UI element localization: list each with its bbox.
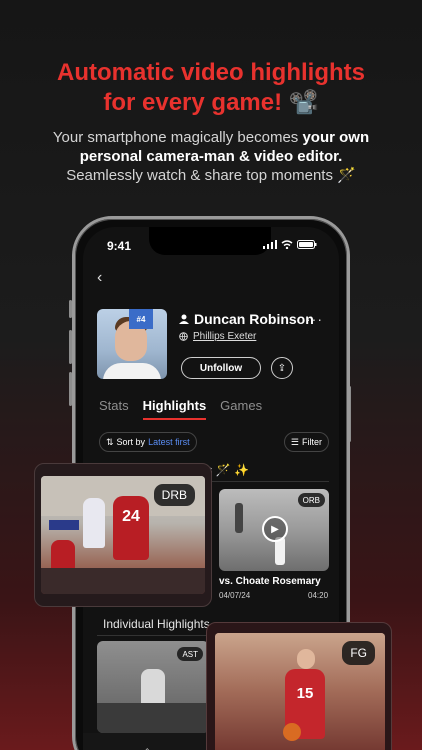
subtitle-text: Your smartphone magically becomes [52, 129, 303, 146]
filter-label: Filter [302, 437, 322, 447]
highlight-card-drb[interactable]: 24 DRB [34, 463, 212, 607]
clip-date: 04/07/24 [219, 591, 251, 600]
play-icon[interactable]: ▶ [262, 516, 288, 542]
sort-filter-bar: ⇅ Sort by Latest first ☰ Filter [97, 432, 329, 452]
tab-stats[interactable]: Stats [99, 398, 129, 420]
clip-thumbnail: 15 FG [215, 633, 385, 750]
headline: Automatic video highlights for every gam… [0, 58, 422, 118]
clip-badge-fg: FG [342, 641, 375, 665]
subtitle-bold-2: personal camera-man & video editor. [79, 148, 343, 165]
tab-games[interactable]: Games [220, 398, 262, 420]
battery-icon [297, 240, 317, 249]
share-icon[interactable]: ⇪ [271, 357, 293, 379]
player-head [297, 649, 315, 669]
notch [149, 227, 271, 255]
highlight-card-ast[interactable]: AST [97, 641, 209, 733]
school-link[interactable]: Phillips Exeter [193, 331, 256, 342]
tab-bar: Stats Highlights Games [99, 398, 262, 420]
back-chevron-icon[interactable]: ‹ [97, 269, 102, 287]
player-name: Duncan Robinson [194, 311, 314, 327]
subtitle: Your smartphone magically becomes your o… [0, 128, 422, 185]
highlight-card-orb[interactable]: ▶ ORB [219, 489, 329, 571]
status-icons [263, 240, 317, 249]
player-number-badge: #4 [129, 309, 153, 329]
clip-title: vs. Choate Rosemary [219, 576, 321, 587]
tab-highlights[interactable]: Highlights [142, 398, 207, 420]
filter-button[interactable]: ☰ Filter [283, 432, 329, 452]
home-icon[interactable]: ⌂ [143, 743, 151, 750]
player-jersey: 24 [113, 496, 149, 560]
clip-badge-orb: ORB [297, 493, 325, 507]
headline-line-1: Automatic video highlights [56, 59, 365, 86]
crowd [97, 703, 209, 733]
sort-arrows-icon: ⇅ [106, 436, 114, 447]
banner [49, 520, 79, 530]
more-options-icon[interactable]: ··· [306, 311, 323, 327]
school-row[interactable]: Phillips Exeter [179, 331, 256, 342]
subtitle-line-1: Your smartphone magically becomes your o… [0, 128, 422, 147]
section-individual-highlights: Individual Highlights [103, 617, 210, 631]
status-time: 9:41 [107, 239, 132, 253]
highlight-card-fg[interactable]: 15 FG [206, 622, 392, 750]
crowd [41, 568, 205, 594]
player-silhouette [235, 503, 243, 533]
subtitle-line-3: Seamlessly watch & share top moments 🪄 [66, 167, 356, 184]
headline-line-2: for every game! 📽️ [103, 89, 319, 116]
clip-thumbnail: 24 DRB [41, 476, 205, 594]
basketball-icon [283, 723, 301, 741]
avatar-shirt [103, 363, 161, 379]
signal-icon [263, 240, 277, 249]
subtitle-bold: your own [302, 129, 370, 146]
person-icon [179, 314, 189, 324]
clip-badge-ast: AST [177, 647, 203, 661]
wifi-icon [281, 240, 293, 249]
filter-sliders-icon: ☰ [290, 436, 299, 447]
sort-value: Latest first [148, 437, 190, 447]
unfollow-button[interactable]: Unfollow [181, 357, 261, 379]
sort-label: Sort by [116, 437, 146, 447]
player-name-row: Duncan Robinson [179, 311, 314, 327]
subtitle-line-2: personal camera-man & video editor. [0, 147, 422, 166]
player-silhouette [83, 498, 105, 548]
globe-icon [179, 332, 188, 341]
sort-button[interactable]: ⇅ Sort by Latest first [99, 432, 197, 452]
clip-badge-drb: DRB [153, 484, 195, 506]
clip-duration: 04:20 [308, 591, 329, 600]
